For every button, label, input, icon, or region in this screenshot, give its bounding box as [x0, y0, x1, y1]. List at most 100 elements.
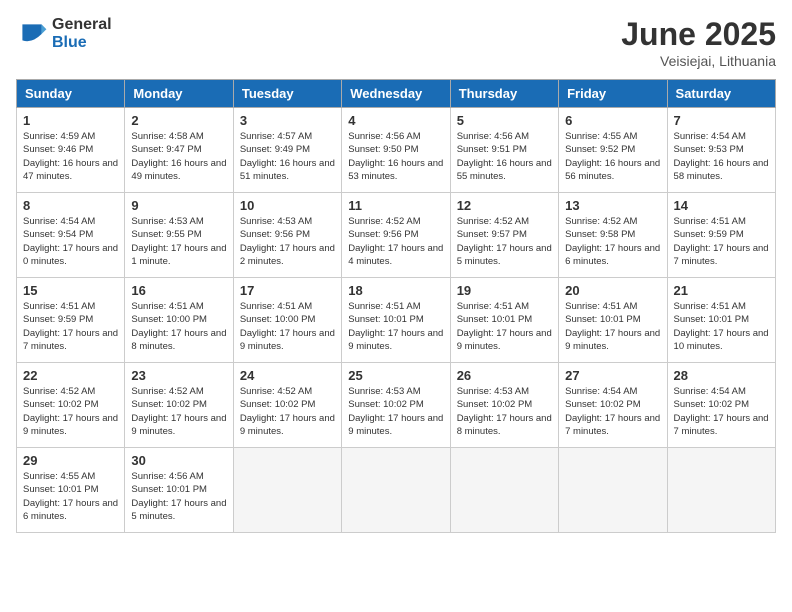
- calendar-cell: 4 Sunrise: 4:56 AMSunset: 9:50 PMDayligh…: [342, 108, 450, 193]
- calendar-cell: 9 Sunrise: 4:53 AMSunset: 9:55 PMDayligh…: [125, 193, 233, 278]
- location-subtitle: Veisiejai, Lithuania: [621, 53, 776, 69]
- calendar-cell: 10 Sunrise: 4:53 AMSunset: 9:56 PMDaylig…: [233, 193, 341, 278]
- day-number: 18: [348, 283, 443, 298]
- day-number: 7: [674, 113, 769, 128]
- day-number: 2: [131, 113, 226, 128]
- day-number: 10: [240, 198, 335, 213]
- calendar-cell: 15 Sunrise: 4:51 AMSunset: 9:59 PMDaylig…: [17, 278, 125, 363]
- day-number: 29: [23, 453, 118, 468]
- cell-info: Sunrise: 4:56 AMSunset: 10:01 PMDaylight…: [131, 470, 226, 523]
- logo-icon: [16, 18, 48, 50]
- cell-info: Sunrise: 4:51 AMSunset: 10:01 PMDaylight…: [674, 300, 769, 353]
- logo-blue-text: Blue: [52, 34, 112, 52]
- title-area: June 2025 Veisiejai, Lithuania: [621, 16, 776, 69]
- cell-info: Sunrise: 4:51 AMSunset: 10:00 PMDaylight…: [131, 300, 226, 353]
- cell-info: Sunrise: 4:52 AMSunset: 9:58 PMDaylight:…: [565, 215, 660, 268]
- day-number: 1: [23, 113, 118, 128]
- calendar-cell: 1 Sunrise: 4:59 AMSunset: 9:46 PMDayligh…: [17, 108, 125, 193]
- day-number: 24: [240, 368, 335, 383]
- calendar-cell: 2 Sunrise: 4:58 AMSunset: 9:47 PMDayligh…: [125, 108, 233, 193]
- day-number: 4: [348, 113, 443, 128]
- calendar-table: Sunday Monday Tuesday Wednesday Thursday…: [16, 79, 776, 533]
- day-number: 12: [457, 198, 552, 213]
- calendar-cell: [559, 448, 667, 533]
- header-monday: Monday: [125, 80, 233, 108]
- page-header: General Blue June 2025 Veisiejai, Lithua…: [16, 16, 776, 69]
- cell-info: Sunrise: 4:54 AMSunset: 10:02 PMDaylight…: [565, 385, 660, 438]
- day-number: 3: [240, 113, 335, 128]
- calendar-cell: 28 Sunrise: 4:54 AMSunset: 10:02 PMDayli…: [667, 363, 775, 448]
- day-number: 11: [348, 198, 443, 213]
- calendar-cell: 20 Sunrise: 4:51 AMSunset: 10:01 PMDayli…: [559, 278, 667, 363]
- day-number: 17: [240, 283, 335, 298]
- day-number: 30: [131, 453, 226, 468]
- calendar-cell: [342, 448, 450, 533]
- day-number: 8: [23, 198, 118, 213]
- calendar-cell: 26 Sunrise: 4:53 AMSunset: 10:02 PMDayli…: [450, 363, 558, 448]
- day-number: 13: [565, 198, 660, 213]
- cell-info: Sunrise: 4:52 AMSunset: 9:56 PMDaylight:…: [348, 215, 443, 268]
- cell-info: Sunrise: 4:54 AMSunset: 10:02 PMDaylight…: [674, 385, 769, 438]
- calendar-cell: 25 Sunrise: 4:53 AMSunset: 10:02 PMDayli…: [342, 363, 450, 448]
- header-sunday: Sunday: [17, 80, 125, 108]
- day-number: 19: [457, 283, 552, 298]
- day-number: 28: [674, 368, 769, 383]
- day-number: 16: [131, 283, 226, 298]
- day-number: 15: [23, 283, 118, 298]
- cell-info: Sunrise: 4:53 AMSunset: 10:02 PMDaylight…: [457, 385, 552, 438]
- day-number: 20: [565, 283, 660, 298]
- calendar-cell: [667, 448, 775, 533]
- calendar-cell: 17 Sunrise: 4:51 AMSunset: 10:00 PMDayli…: [233, 278, 341, 363]
- calendar-week-row: 15 Sunrise: 4:51 AMSunset: 9:59 PMDaylig…: [17, 278, 776, 363]
- cell-info: Sunrise: 4:51 AMSunset: 10:01 PMDaylight…: [457, 300, 552, 353]
- calendar-cell: 18 Sunrise: 4:51 AMSunset: 10:01 PMDayli…: [342, 278, 450, 363]
- cell-info: Sunrise: 4:51 AMSunset: 10:01 PMDaylight…: [565, 300, 660, 353]
- cell-info: Sunrise: 4:52 AMSunset: 10:02 PMDaylight…: [131, 385, 226, 438]
- calendar-cell: 3 Sunrise: 4:57 AMSunset: 9:49 PMDayligh…: [233, 108, 341, 193]
- calendar-cell: 29 Sunrise: 4:55 AMSunset: 10:01 PMDayli…: [17, 448, 125, 533]
- cell-info: Sunrise: 4:59 AMSunset: 9:46 PMDaylight:…: [23, 130, 118, 183]
- header-saturday: Saturday: [667, 80, 775, 108]
- month-year-title: June 2025: [621, 16, 776, 53]
- calendar-cell: 6 Sunrise: 4:55 AMSunset: 9:52 PMDayligh…: [559, 108, 667, 193]
- cell-info: Sunrise: 4:56 AMSunset: 9:50 PMDaylight:…: [348, 130, 443, 183]
- cell-info: Sunrise: 4:52 AMSunset: 10:02 PMDaylight…: [23, 385, 118, 438]
- cell-info: Sunrise: 4:51 AMSunset: 9:59 PMDaylight:…: [23, 300, 118, 353]
- calendar-cell: 11 Sunrise: 4:52 AMSunset: 9:56 PMDaylig…: [342, 193, 450, 278]
- day-number: 6: [565, 113, 660, 128]
- calendar-cell: [450, 448, 558, 533]
- cell-info: Sunrise: 4:52 AMSunset: 10:02 PMDaylight…: [240, 385, 335, 438]
- logo-general-text: General: [52, 16, 112, 34]
- calendar-cell: 13 Sunrise: 4:52 AMSunset: 9:58 PMDaylig…: [559, 193, 667, 278]
- header-tuesday: Tuesday: [233, 80, 341, 108]
- day-number: 5: [457, 113, 552, 128]
- calendar-cell: 16 Sunrise: 4:51 AMSunset: 10:00 PMDayli…: [125, 278, 233, 363]
- calendar-week-row: 1 Sunrise: 4:59 AMSunset: 9:46 PMDayligh…: [17, 108, 776, 193]
- cell-info: Sunrise: 4:53 AMSunset: 9:55 PMDaylight:…: [131, 215, 226, 268]
- header-row: Sunday Monday Tuesday Wednesday Thursday…: [17, 80, 776, 108]
- logo: General Blue: [16, 16, 112, 51]
- calendar-cell: 14 Sunrise: 4:51 AMSunset: 9:59 PMDaylig…: [667, 193, 775, 278]
- calendar-cell: 7 Sunrise: 4:54 AMSunset: 9:53 PMDayligh…: [667, 108, 775, 193]
- cell-info: Sunrise: 4:53 AMSunset: 10:02 PMDaylight…: [348, 385, 443, 438]
- day-number: 9: [131, 198, 226, 213]
- cell-info: Sunrise: 4:53 AMSunset: 9:56 PMDaylight:…: [240, 215, 335, 268]
- calendar-week-row: 22 Sunrise: 4:52 AMSunset: 10:02 PMDayli…: [17, 363, 776, 448]
- calendar-cell: 30 Sunrise: 4:56 AMSunset: 10:01 PMDayli…: [125, 448, 233, 533]
- cell-info: Sunrise: 4:51 AMSunset: 10:01 PMDaylight…: [348, 300, 443, 353]
- cell-info: Sunrise: 4:58 AMSunset: 9:47 PMDaylight:…: [131, 130, 226, 183]
- calendar-cell: 22 Sunrise: 4:52 AMSunset: 10:02 PMDayli…: [17, 363, 125, 448]
- header-thursday: Thursday: [450, 80, 558, 108]
- cell-info: Sunrise: 4:55 AMSunset: 10:01 PMDaylight…: [23, 470, 118, 523]
- cell-info: Sunrise: 4:54 AMSunset: 9:54 PMDaylight:…: [23, 215, 118, 268]
- day-number: 25: [348, 368, 443, 383]
- calendar-week-row: 29 Sunrise: 4:55 AMSunset: 10:01 PMDayli…: [17, 448, 776, 533]
- day-number: 27: [565, 368, 660, 383]
- day-number: 21: [674, 283, 769, 298]
- day-number: 26: [457, 368, 552, 383]
- cell-info: Sunrise: 4:56 AMSunset: 9:51 PMDaylight:…: [457, 130, 552, 183]
- cell-info: Sunrise: 4:52 AMSunset: 9:57 PMDaylight:…: [457, 215, 552, 268]
- cell-info: Sunrise: 4:55 AMSunset: 9:52 PMDaylight:…: [565, 130, 660, 183]
- calendar-cell: 5 Sunrise: 4:56 AMSunset: 9:51 PMDayligh…: [450, 108, 558, 193]
- cell-info: Sunrise: 4:54 AMSunset: 9:53 PMDaylight:…: [674, 130, 769, 183]
